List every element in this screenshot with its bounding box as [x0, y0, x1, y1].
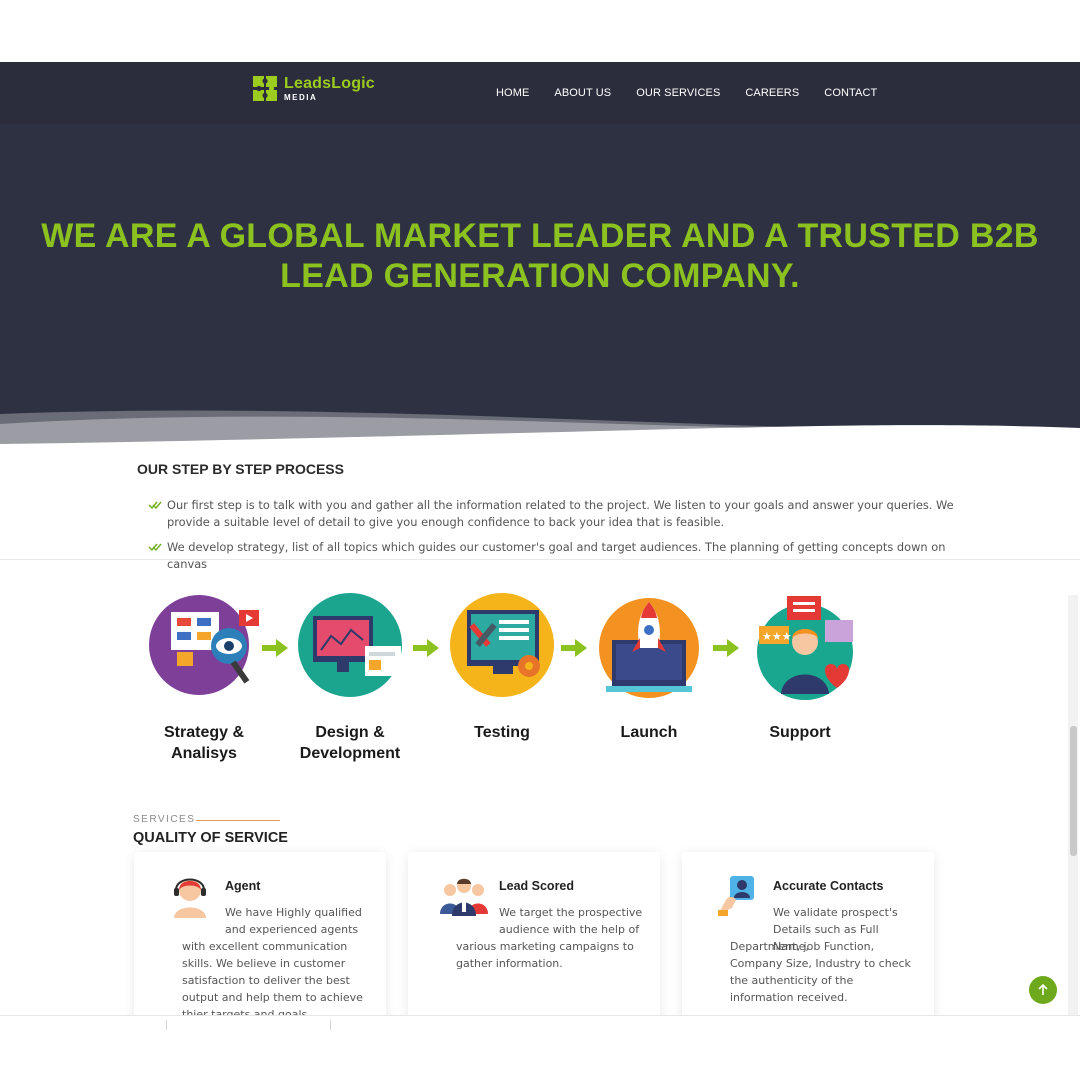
nav-home[interactable]: HOME — [496, 87, 529, 99]
launch-icon — [599, 598, 699, 698]
strategy-icon — [149, 595, 259, 695]
back-to-top-button[interactable] — [1029, 976, 1057, 1004]
hero-wave-divider — [0, 410, 1080, 454]
brand-sub: MEDIA — [284, 93, 318, 102]
card-text-body: with excellent communication skills. We … — [182, 940, 363, 1021]
process-heading: OUR STEP BY STEP PROCESS — [137, 461, 344, 477]
step-testing: Testing — [432, 590, 572, 743]
puzzle-logo-icon — [253, 76, 277, 101]
bottom-separator — [330, 1020, 331, 1030]
design-icon — [298, 593, 402, 697]
contact-card-icon — [718, 876, 754, 916]
section-divider — [0, 559, 1080, 560]
svg-text:★★★: ★★★ — [762, 630, 792, 643]
service-card-lead-scored: Lead Scored We target the prospective au… — [408, 852, 660, 1032]
process-steps: Strategy & Analisys Design & Development — [0, 590, 1080, 780]
brand-logo[interactable]: LeadsLogic MEDIA — [252, 74, 375, 104]
hero-title: WE ARE A GLOBAL MARKET LEADER AND A TRUS… — [41, 217, 1039, 295]
step-label: Strategy & Analisys — [163, 724, 245, 762]
arrow-up-icon — [1038, 983, 1048, 995]
step-label: Testing — [474, 724, 530, 741]
nav-careers[interactable]: CAREERS — [745, 87, 799, 99]
step-label: Launch — [620, 724, 678, 741]
process-item-text: We develop strategy, list of all topics … — [167, 540, 946, 571]
bottom-browser-bar — [0, 1015, 1080, 1080]
step-design: Design & Development — [280, 590, 420, 764]
brand-name: LeadsLogic — [284, 75, 375, 92]
nav-about-us[interactable]: ABOUT US — [554, 87, 611, 99]
step-support: ★★★ Support — [730, 590, 870, 743]
team-icon — [440, 878, 488, 916]
eyebrow-underline — [196, 820, 280, 821]
support-icon: ★★★ — [757, 596, 853, 700]
agent-icon — [174, 878, 206, 918]
card-text-lead: We target the prospective audience with … — [499, 906, 643, 936]
step-label: Support — [769, 724, 831, 741]
process-item: Our first step is to talk with you and g… — [148, 497, 958, 531]
card-title: Agent — [225, 879, 261, 893]
card-title: Lead Scored — [499, 879, 575, 893]
testing-icon — [450, 593, 554, 697]
step-label: Design & Development — [299, 724, 401, 762]
service-card-accurate-contacts: Accurate Contacts We validate prospect's… — [682, 852, 934, 1032]
header-navbar: LeadsLogic MEDIA HOME ABOUT US OUR SERVI… — [0, 62, 1080, 124]
service-card-agent: Agent We have Highly qualified and exper… — [134, 852, 386, 1032]
card-text-lead: We have Highly qualified and experienced… — [225, 906, 362, 936]
double-check-icon — [148, 501, 162, 510]
step-launch: Launch — [579, 590, 719, 743]
services-title: QUALITY OF SERVICE — [133, 830, 288, 846]
bottom-separator — [166, 1020, 167, 1030]
process-item: We develop strategy, list of all topics … — [148, 539, 958, 573]
hero-banner: WE ARE A GLOBAL MARKET LEADER AND A TRUS… — [0, 124, 1080, 454]
step-strategy: Strategy & Analisys — [134, 590, 274, 764]
process-item-text: Our first step is to talk with you and g… — [167, 498, 954, 529]
card-text-body: Department, job Function, Company Size, … — [730, 940, 911, 1004]
main-nav: HOME ABOUT US OUR SERVICES CAREERS CONTA… — [496, 62, 877, 124]
process-list: Our first step is to talk with you and g… — [148, 497, 958, 581]
card-text-body: various marketing campaigns to gather in… — [456, 940, 634, 970]
double-check-icon — [148, 543, 162, 552]
card-title: Accurate Contacts — [773, 879, 884, 893]
nav-contact[interactable]: CONTACT — [824, 87, 877, 99]
services-eyebrow: SERVICES — [133, 814, 196, 825]
nav-our-services[interactable]: OUR SERVICES — [636, 87, 720, 99]
